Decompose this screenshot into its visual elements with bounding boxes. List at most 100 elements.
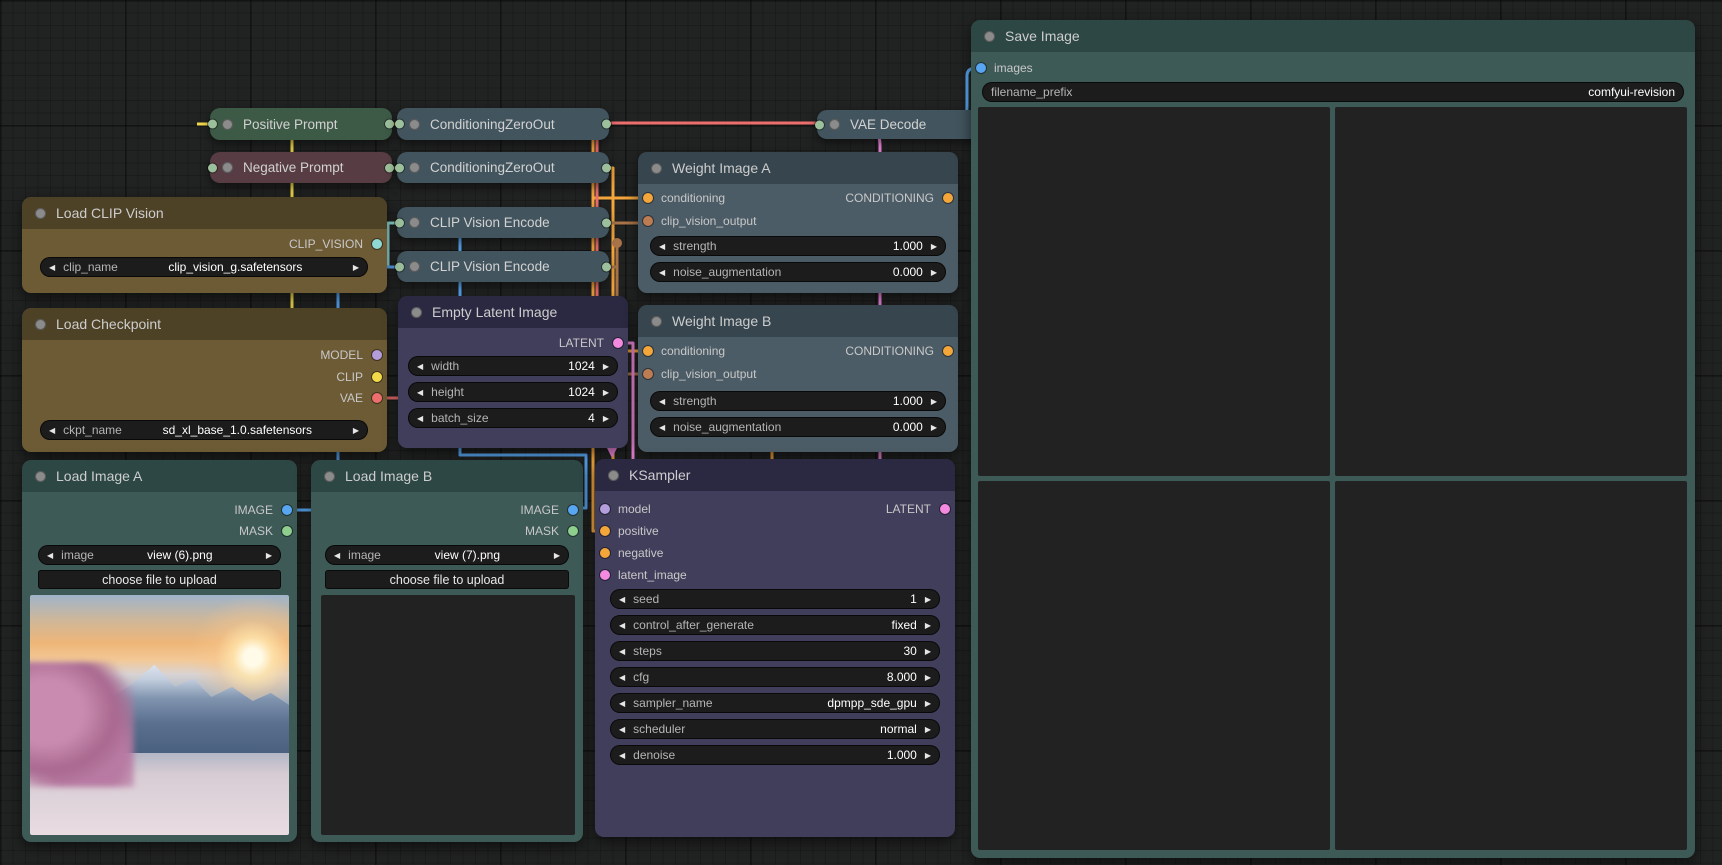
node-load-image-a[interactable]: Load Image A IMAGE MASK ◀ image view (6)… bbox=[22, 460, 297, 842]
collapse-toggle-icon[interactable] bbox=[35, 471, 46, 482]
model-output-port[interactable] bbox=[372, 350, 382, 360]
increment-arrow-icon[interactable]: ▶ bbox=[925, 673, 931, 682]
node-empty-latent-image[interactable]: Empty Latent Image LATENT ◀ width 1024 ▶… bbox=[398, 296, 628, 448]
next-arrow-icon[interactable]: ▶ bbox=[353, 426, 359, 435]
output-port[interactable] bbox=[602, 218, 611, 227]
input-port[interactable] bbox=[395, 218, 404, 227]
node-header[interactable]: Weight Image A bbox=[638, 152, 958, 184]
images-input-port[interactable] bbox=[976, 63, 986, 73]
increment-arrow-icon[interactable]: ▶ bbox=[925, 647, 931, 656]
next-arrow-icon[interactable]: ▶ bbox=[266, 551, 272, 560]
widget-denoise[interactable]: ◀ denoise 1.000 ▶ bbox=[610, 745, 940, 765]
collapse-toggle-icon[interactable] bbox=[411, 307, 422, 318]
clip-vision-output-input-port[interactable] bbox=[643, 216, 653, 226]
input-port[interactable] bbox=[395, 163, 404, 172]
decrement-arrow-icon[interactable]: ◀ bbox=[659, 268, 665, 277]
collapse-toggle-icon[interactable] bbox=[409, 217, 420, 228]
collapse-toggle-icon[interactable] bbox=[222, 162, 233, 173]
widget-filename-prefix[interactable]: filename_prefix comfyui-revision bbox=[982, 82, 1684, 102]
decrement-arrow-icon[interactable]: ◀ bbox=[417, 414, 423, 423]
increment-arrow-icon[interactable]: ▶ bbox=[931, 397, 937, 406]
increment-arrow-icon[interactable]: ▶ bbox=[603, 414, 609, 423]
conditioning-input-port[interactable] bbox=[643, 346, 653, 356]
widget-noise-augmentation[interactable]: ◀ noise_augmentation 0.000 ▶ bbox=[650, 262, 946, 282]
latent-image-input-port[interactable] bbox=[600, 570, 610, 580]
mask-output-port[interactable] bbox=[568, 526, 578, 536]
input-port[interactable] bbox=[395, 262, 404, 271]
node-conditioning-zero-out-2[interactable]: ConditioningZeroOut bbox=[397, 152, 609, 183]
input-port[interactable] bbox=[815, 120, 824, 129]
widget-sampler-name[interactable]: ◀ sampler_name dpmpp_sde_gpu ▶ bbox=[610, 693, 940, 713]
widget-steps[interactable]: ◀ steps 30 ▶ bbox=[610, 641, 940, 661]
node-vae-decode[interactable]: VAE Decode bbox=[817, 110, 987, 139]
image-output-port[interactable] bbox=[568, 505, 578, 515]
prev-arrow-icon[interactable]: ◀ bbox=[619, 621, 625, 630]
increment-arrow-icon[interactable]: ▶ bbox=[931, 423, 937, 432]
prev-arrow-icon[interactable]: ◀ bbox=[334, 551, 340, 560]
decrement-arrow-icon[interactable]: ◀ bbox=[619, 647, 625, 656]
next-arrow-icon[interactable]: ▶ bbox=[925, 725, 931, 734]
node-header[interactable]: Load Image A bbox=[22, 460, 297, 492]
increment-arrow-icon[interactable]: ▶ bbox=[931, 242, 937, 251]
reroute-dot-clipvision[interactable] bbox=[612, 238, 622, 248]
node-load-clip-vision[interactable]: Load CLIP Vision CLIP_VISION ◀ clip_name… bbox=[22, 197, 387, 293]
next-arrow-icon[interactable]: ▶ bbox=[353, 263, 359, 272]
output-port[interactable] bbox=[385, 163, 394, 172]
node-clip-vision-encode-1[interactable]: CLIP Vision Encode bbox=[397, 207, 609, 238]
widget-noise-augmentation[interactable]: ◀ noise_augmentation 0.000 ▶ bbox=[650, 417, 946, 437]
collapse-toggle-icon[interactable] bbox=[608, 470, 619, 481]
latent-output-port[interactable] bbox=[613, 338, 623, 348]
prev-arrow-icon[interactable]: ◀ bbox=[49, 263, 55, 272]
collapse-toggle-icon[interactable] bbox=[35, 208, 46, 219]
node-load-checkpoint[interactable]: Load Checkpoint MODEL CLIP VAE ◀ ckpt_na… bbox=[22, 308, 387, 452]
collapse-toggle-icon[interactable] bbox=[409, 261, 420, 272]
collapse-toggle-icon[interactable] bbox=[829, 119, 840, 130]
conditioning-output-port[interactable] bbox=[943, 346, 953, 356]
decrement-arrow-icon[interactable]: ◀ bbox=[417, 388, 423, 397]
decrement-arrow-icon[interactable]: ◀ bbox=[659, 423, 665, 432]
collapse-toggle-icon[interactable] bbox=[651, 316, 662, 327]
decrement-arrow-icon[interactable]: ◀ bbox=[659, 242, 665, 251]
conditioning-output-port[interactable] bbox=[943, 193, 953, 203]
conditioning-input-port[interactable] bbox=[643, 193, 653, 203]
decrement-arrow-icon[interactable]: ◀ bbox=[619, 673, 625, 682]
clip-output-port[interactable] bbox=[372, 372, 382, 382]
node-positive-prompt[interactable]: Positive Prompt bbox=[210, 108, 392, 140]
widget-seed[interactable]: ◀ seed 1 ▶ bbox=[610, 589, 940, 609]
output-port[interactable] bbox=[385, 120, 394, 129]
clip-vision-output-port[interactable] bbox=[372, 239, 382, 249]
output-port[interactable] bbox=[602, 262, 611, 271]
node-negative-prompt[interactable]: Negative Prompt bbox=[210, 152, 392, 183]
widget-batch-size[interactable]: ◀ batch_size 4 ▶ bbox=[408, 408, 618, 428]
input-port[interactable] bbox=[395, 120, 404, 129]
widget-clip-name[interactable]: ◀ clip_name clip_vision_g.safetensors ▶ bbox=[40, 257, 368, 277]
prev-arrow-icon[interactable]: ◀ bbox=[49, 426, 55, 435]
next-arrow-icon[interactable]: ▶ bbox=[554, 551, 560, 560]
input-port[interactable] bbox=[208, 163, 217, 172]
node-conditioning-zero-out-1[interactable]: ConditioningZeroOut bbox=[397, 108, 609, 140]
widget-width[interactable]: ◀ width 1024 ▶ bbox=[408, 356, 618, 376]
increment-arrow-icon[interactable]: ▶ bbox=[603, 362, 609, 371]
decrement-arrow-icon[interactable]: ◀ bbox=[659, 397, 665, 406]
vae-output-port[interactable] bbox=[372, 393, 382, 403]
prev-arrow-icon[interactable]: ◀ bbox=[619, 725, 625, 734]
node-clip-vision-encode-2[interactable]: CLIP Vision Encode bbox=[397, 251, 609, 282]
node-header[interactable]: Weight Image B bbox=[638, 305, 958, 337]
increment-arrow-icon[interactable]: ▶ bbox=[925, 751, 931, 760]
clip-vision-output-input-port[interactable] bbox=[643, 369, 653, 379]
decrement-arrow-icon[interactable]: ◀ bbox=[619, 595, 625, 604]
increment-arrow-icon[interactable]: ▶ bbox=[925, 595, 931, 604]
next-arrow-icon[interactable]: ▶ bbox=[925, 621, 931, 630]
node-header[interactable]: Empty Latent Image bbox=[398, 296, 628, 328]
widget-height[interactable]: ◀ height 1024 ▶ bbox=[408, 382, 618, 402]
node-weight-image-b[interactable]: Weight Image B conditioning CONDITIONING… bbox=[638, 305, 958, 452]
choose-file-button[interactable]: choose file to upload bbox=[38, 570, 281, 589]
node-header[interactable]: Save Image bbox=[971, 20, 1695, 52]
decrement-arrow-icon[interactable]: ◀ bbox=[417, 362, 423, 371]
comfyui-graph-canvas[interactable]: Positive Prompt Negative Prompt Conditio… bbox=[0, 0, 1722, 865]
image-output-port[interactable] bbox=[282, 505, 292, 515]
widget-strength[interactable]: ◀ strength 1.000 ▶ bbox=[650, 236, 946, 256]
positive-input-port[interactable] bbox=[600, 526, 610, 536]
model-input-port[interactable] bbox=[600, 504, 610, 514]
widget-scheduler[interactable]: ◀ scheduler normal ▶ bbox=[610, 719, 940, 739]
